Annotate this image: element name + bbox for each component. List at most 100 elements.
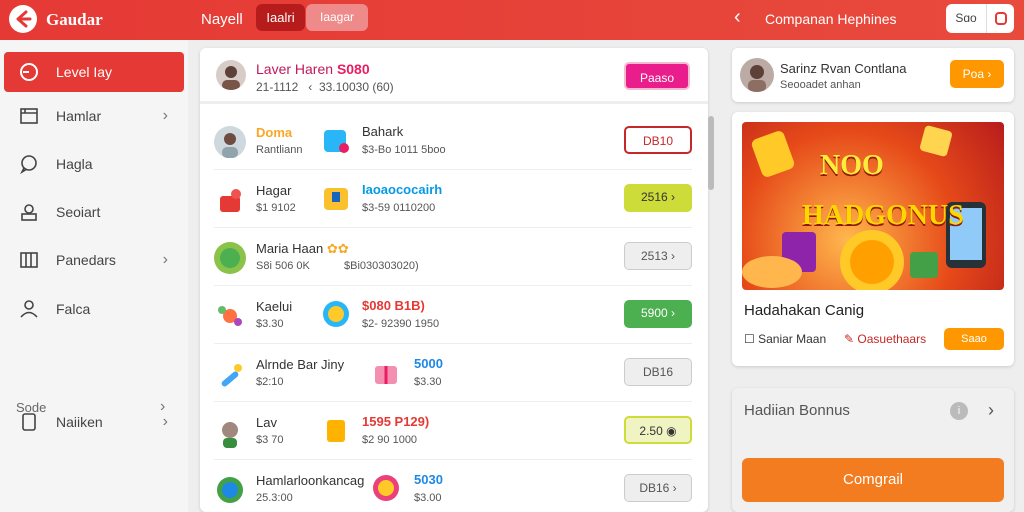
list-header: Laver Haren S080 21-1112 ‹ 33.10030 (60)…	[200, 48, 708, 104]
app-title: Gaudar	[46, 10, 103, 29]
row-action-button[interactable]: DB16	[624, 358, 692, 386]
gift-box-icon	[320, 124, 352, 156]
promo-banner[interactable]: NOO HADGONUS	[742, 122, 1004, 290]
list-item[interactable]: Alrnde Bar Jiny $2:10 5000 $3.30 DB16	[214, 344, 692, 402]
sidebar-item-label: Falca	[56, 301, 91, 317]
avatar	[214, 416, 246, 448]
info-icon[interactable]: i	[950, 402, 968, 420]
promo-link-1[interactable]: ☐ Saniar Maan	[744, 332, 826, 346]
app-logo[interactable]	[9, 5, 37, 33]
chat-icon	[18, 153, 40, 175]
person-icon	[18, 298, 40, 320]
row-action-button[interactable]: 2.50 ◉	[624, 416, 692, 444]
sidebar-item-falca[interactable]: Falca	[4, 289, 184, 329]
row-name: Doma	[256, 125, 293, 140]
document-icon	[18, 411, 40, 433]
header-pink-button[interactable]: Paaso	[624, 62, 690, 90]
avatar[interactable]	[740, 58, 774, 92]
sidebar-item-level[interactable]: Level Iay	[4, 52, 184, 92]
row-gift-title: 1595 P129)	[362, 414, 430, 429]
profile-button-label: Poa	[962, 67, 984, 81]
profile-sub: Seooadet anhan	[780, 79, 861, 91]
profile-card: Sarinz Rvan Contlana Seooadet anhan Poa …	[732, 48, 1014, 102]
bonus-title: Hadiian Bonnus	[744, 402, 850, 419]
avatar	[214, 474, 246, 506]
calendar-icon	[18, 105, 40, 127]
header-name-text: Laver Haren	[256, 61, 334, 77]
chevron-right-icon: ›	[162, 413, 168, 430]
row-name: Hamlarloonkancag	[256, 473, 365, 488]
list-item[interactable]: Lav $3 70 1595 P129) $2 90 1000 2.50 ◉	[214, 402, 692, 460]
coin-icon	[370, 472, 402, 504]
nav-label[interactable]: Nayell	[201, 11, 243, 28]
row-sub: $1 9102	[256, 202, 296, 214]
sidebar-item-hamlar[interactable]: Hamlar ›	[4, 96, 184, 136]
sidebar-item-label: Hamlar	[56, 108, 102, 124]
wand-avatar	[214, 358, 246, 390]
sidebar-item-panedars[interactable]: Panedars ›	[4, 240, 184, 280]
promo-link-2[interactable]: ✎ Oasuethaars	[844, 332, 926, 346]
list-item[interactable]: Doma Rantliann Bahark $3-Bo 1011 5boo DB…	[214, 112, 692, 170]
bonus-button[interactable]: Comgrail	[742, 458, 1004, 502]
chevron-right-icon[interactable]: ›	[988, 400, 994, 421]
sidebar-item-hagla[interactable]: Hagla	[4, 144, 184, 184]
banner-headline: NOO	[820, 150, 884, 181]
pill-label: DB16	[639, 481, 670, 495]
pill-label: 2.50	[639, 424, 663, 438]
gift-list-card: Laver Haren S080 21-1112 ‹ 33.10030 (60)…	[200, 48, 708, 512]
list-item[interactable]: Kaelui $3.30 $080 B1B) $2- 92390 1950 59…	[214, 286, 692, 344]
list-scrollbar[interactable]	[708, 116, 714, 190]
row-name: Kaelui	[256, 299, 293, 314]
avatar	[214, 126, 246, 158]
tab-inactive[interactable]: Iaagar	[306, 4, 368, 31]
row-action-button[interactable]: DB10	[624, 126, 692, 154]
pill-label: 5900	[640, 306, 668, 320]
promo-button[interactable]: Saao	[944, 328, 1004, 350]
profile-button[interactable]: Poa ›	[950, 60, 1004, 88]
row-gift-sub: $3-59 0110200	[362, 202, 436, 214]
row-name: Hagar	[256, 183, 292, 198]
row-name-text: Maria Haan	[256, 241, 324, 256]
list-item[interactable]: Maria Haan ✿✿ S8i 506 0K $Bi030303020) 2…	[214, 228, 692, 286]
bag-icon	[995, 12, 1007, 25]
row-gift-sub: $3.30	[414, 376, 442, 388]
row-sub: $3.30	[256, 318, 284, 330]
row-action-button[interactable]: 5900 ›	[624, 300, 692, 328]
coin-icon	[320, 298, 352, 330]
back-arrow-icon	[16, 10, 32, 28]
top-action-button[interactable]	[986, 4, 1014, 33]
clock-icon	[18, 61, 40, 83]
list-item[interactable]: Hamlarloonkancag 25.3:00 5030 $3.00 DB16…	[214, 460, 692, 512]
chevron-left-icon[interactable]: ‹	[734, 7, 752, 28]
row-sub: S8i 506 0K	[256, 260, 310, 272]
list-item[interactable]: Hagar $1 9102 Iaoaococairh $3-59 0110200…	[214, 170, 692, 228]
promo-title-text: Hadahakan Canig	[744, 302, 865, 319]
row-gift-sub: $2- 92390 1950	[362, 318, 440, 330]
row-gift-title: 5030	[414, 472, 443, 487]
pill-label: 2516	[640, 190, 668, 204]
top-small-button[interactable]: Sɑo	[946, 4, 986, 33]
row-sub: 25.3:00	[256, 492, 293, 504]
row-action-button[interactable]: 2516 ›	[624, 184, 692, 212]
row-gift-title: Iaoaococairh	[362, 182, 443, 197]
row-action-button[interactable]: 2513 ›	[624, 242, 692, 270]
flower-avatar	[214, 300, 246, 332]
sidebar-item-seoiart[interactable]: Seoiart	[4, 192, 184, 232]
header-sub-left: 21-1112	[256, 80, 299, 94]
header-amount: S080	[336, 61, 370, 77]
profile-name: Sarinz Rvan Contlana	[780, 61, 907, 76]
header-sub-right: 33.10030 (60)	[318, 80, 394, 94]
avatar[interactable]	[216, 60, 246, 90]
row-action-button[interactable]: DB16 ›	[624, 474, 692, 502]
row-sub: $2:10	[256, 376, 284, 388]
row-gift-sub: $2 90 1000	[362, 434, 418, 446]
chevron-right-icon: ›	[162, 251, 168, 268]
sidebar-item-naiiken[interactable]: Naiiken ›	[4, 402, 184, 442]
header-sub: 21-1112 ‹ 33.10030 (60)	[256, 80, 394, 94]
avatar	[214, 242, 246, 274]
sidebar-item-label: Naiiken	[56, 414, 103, 430]
tab-active[interactable]: Iaalri	[256, 4, 305, 31]
row-name: Alrnde Bar Jiny	[256, 357, 345, 372]
page-title: Companan Hephines	[765, 11, 897, 27]
row-gift-sub: $Bi030303020)	[344, 260, 419, 272]
